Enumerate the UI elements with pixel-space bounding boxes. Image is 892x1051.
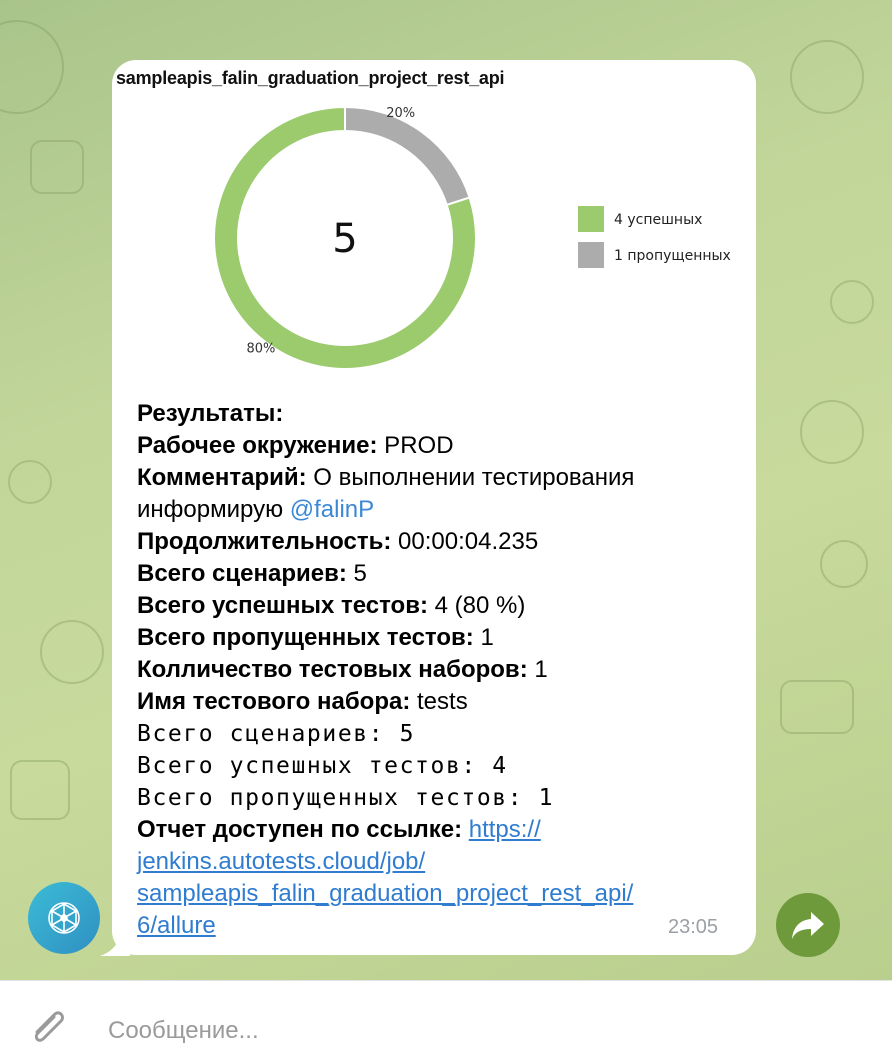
report-link-part-3[interactable]: sampleapis_falin_graduation_project_rest… <box>137 880 633 907</box>
message-time: 23:05 <box>668 916 719 938</box>
report-label: Отчет доступен по ссылке: <box>137 816 463 843</box>
comment-value-cont: информирую <box>137 496 290 523</box>
report-link-part-1[interactable]: https:// <box>469 816 541 843</box>
report-link-part-4[interactable]: 6/allure <box>137 912 216 939</box>
passed-label: Всего успешных тестов: <box>137 592 428 619</box>
mention-link[interactable]: @falinP <box>290 496 374 523</box>
legend-swatch-1 <box>578 242 604 268</box>
message-input-bar: Сообщение... <box>0 980 892 1049</box>
passed-value: 4 (80 %) <box>427 592 526 619</box>
env-value: PROD <box>377 432 454 459</box>
comment-label: Комментарий: <box>137 464 307 491</box>
slice-percent-label-0: 80% <box>246 341 275 356</box>
paperclip-icon[interactable] <box>24 1003 72 1051</box>
results-title: Результаты: <box>137 400 284 427</box>
mono-skipped: Всего пропущенных тестов: 1 <box>137 785 555 811</box>
mono-scenarios: Всего сценариев: 5 <box>137 721 416 747</box>
mono-passed: Всего успешных тестов: 4 <box>137 753 508 779</box>
donut-center-total: 5 <box>332 216 357 262</box>
suite-name-label: Имя тестового набора: <box>137 688 411 715</box>
bot-avatar[interactable] <box>28 882 100 954</box>
chart-image[interactable]: 20% 80% 5 4 успешных 1 пропущенных <box>112 60 756 380</box>
comment-value: О выполнении тестирования <box>306 464 635 491</box>
legend-swatch-0 <box>578 206 604 232</box>
message-input[interactable]: Сообщение... <box>108 1017 259 1045</box>
suites-value: 1 <box>527 656 548 683</box>
scenarios-label: Всего сценариев: <box>137 560 347 587</box>
duration-label: Продолжительность: <box>137 528 392 555</box>
legend-label-1: 1 пропущенных <box>614 248 731 264</box>
forward-button[interactable] <box>776 893 840 957</box>
skipped-value: 1 <box>473 624 494 651</box>
skipped-label: Всего пропущенных тестов: <box>137 624 474 651</box>
chart-title: sampleapis_falin_graduation_project_rest… <box>116 68 505 88</box>
message-text: Результаты: Рабочее окружение: PROD Комм… <box>137 398 737 942</box>
slice-percent-label-1: 20% <box>386 106 415 121</box>
suite-name-value: tests <box>410 688 468 715</box>
forward-arrow-icon <box>792 912 824 939</box>
network-globe-icon <box>48 902 80 934</box>
donut-chart: 20% 80% 5 4 успешных 1 пропущенных <box>213 105 731 370</box>
suites-label: Колличество тестовых наборов: <box>137 656 528 683</box>
duration-value: 00:00:04.235 <box>391 528 539 555</box>
env-label: Рабочее окружение: <box>137 432 378 459</box>
scenarios-value: 5 <box>346 560 367 587</box>
report-link-part-2[interactable]: jenkins.autotests.cloud/job/ <box>137 848 425 875</box>
donut-slice-1 <box>344 105 471 207</box>
legend-label-0: 4 успешных <box>614 212 702 228</box>
